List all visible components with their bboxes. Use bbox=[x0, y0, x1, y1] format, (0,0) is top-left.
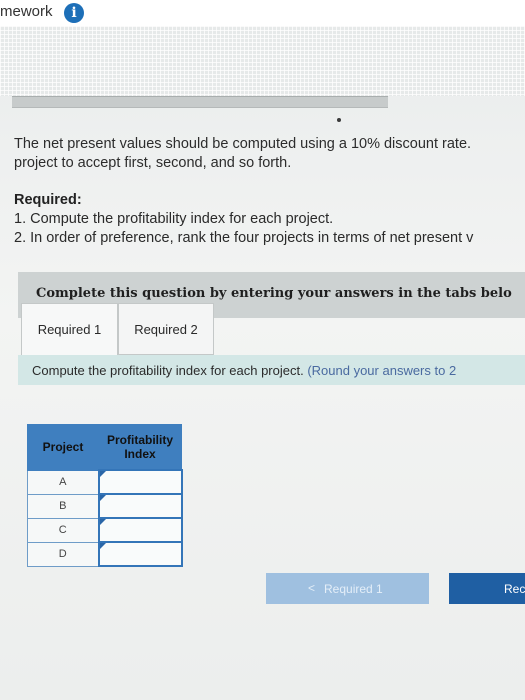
info-icon[interactable]: i bbox=[64, 3, 84, 23]
cell-marker-icon bbox=[99, 471, 106, 477]
pi-input-c[interactable] bbox=[99, 521, 181, 539]
intro-line-2: project to accept first, second, and so … bbox=[14, 155, 292, 171]
pi-cell-c[interactable] bbox=[97, 517, 183, 543]
bullet-dot bbox=[337, 118, 341, 122]
required-heading: Required: bbox=[14, 192, 82, 208]
banner-text: Complete this question by entering your … bbox=[36, 286, 512, 301]
header-bar: mework i bbox=[0, 0, 525, 26]
pi-input-b[interactable] bbox=[99, 497, 181, 515]
horizontal-scrollbar[interactable] bbox=[12, 96, 388, 108]
next-button-label: Rec bbox=[504, 582, 525, 596]
instruction-box: Compute the profitability index for each… bbox=[18, 355, 525, 385]
pi-input-d[interactable] bbox=[99, 545, 181, 563]
cell-marker-icon bbox=[99, 543, 106, 549]
required-item-1: 1. Compute the profitability index for e… bbox=[14, 211, 334, 227]
tab-required-1-label: Required 1 bbox=[37, 322, 102, 337]
column-header-project: Project bbox=[27, 424, 99, 471]
column-header-pi-line-2: Index bbox=[124, 447, 156, 461]
prev-required-button[interactable]: < Required 1 bbox=[266, 573, 429, 604]
required-item-2: 2. In order of preference, rank the four… bbox=[14, 230, 474, 246]
faded-values-row bbox=[0, 80, 525, 94]
tab-required-2[interactable]: Required 2 bbox=[118, 303, 214, 355]
required-section: Required: 1. Compute the profitability i… bbox=[14, 191, 525, 248]
prev-button-label: Required 1 bbox=[324, 582, 383, 596]
table-header-row: Project Profitability Index bbox=[27, 424, 182, 471]
cell-marker-icon bbox=[99, 519, 106, 525]
instruction-text: Compute the profitability index for each… bbox=[32, 363, 456, 378]
pi-input-a[interactable] bbox=[99, 473, 181, 491]
project-label-b: B bbox=[27, 493, 99, 519]
instruction-hint: (Round your answers to 2 bbox=[307, 363, 457, 378]
profitability-index-table: Project Profitability Index A B C D bbox=[27, 424, 183, 567]
table-row: A bbox=[27, 469, 183, 495]
column-header-pi-line-1: Profitability bbox=[106, 433, 173, 447]
pi-cell-a[interactable] bbox=[97, 469, 183, 495]
project-label-c: C bbox=[27, 517, 99, 543]
next-required-button[interactable]: Rec bbox=[449, 573, 525, 604]
tab-required-2-label: Required 2 bbox=[134, 322, 198, 337]
project-label-d: D bbox=[27, 541, 99, 567]
chevron-left-icon: < bbox=[308, 581, 316, 595]
column-header-profitability-index: Profitability Index bbox=[98, 424, 182, 471]
header-title: mework bbox=[0, 3, 53, 20]
pi-cell-d[interactable] bbox=[97, 541, 183, 567]
table-row: C bbox=[27, 517, 183, 543]
instruction-main: Compute the profitability index for each… bbox=[32, 363, 304, 378]
intro-line-1: The net present values should be compute… bbox=[14, 136, 472, 152]
table-row: B bbox=[27, 493, 183, 519]
intro-text: The net present values should be compute… bbox=[14, 135, 525, 173]
table-row: D bbox=[27, 541, 183, 567]
cell-marker-icon bbox=[99, 495, 106, 501]
project-label-a: A bbox=[27, 469, 99, 495]
pi-cell-b[interactable] bbox=[97, 493, 183, 519]
tab-required-1[interactable]: Required 1 bbox=[21, 303, 118, 355]
